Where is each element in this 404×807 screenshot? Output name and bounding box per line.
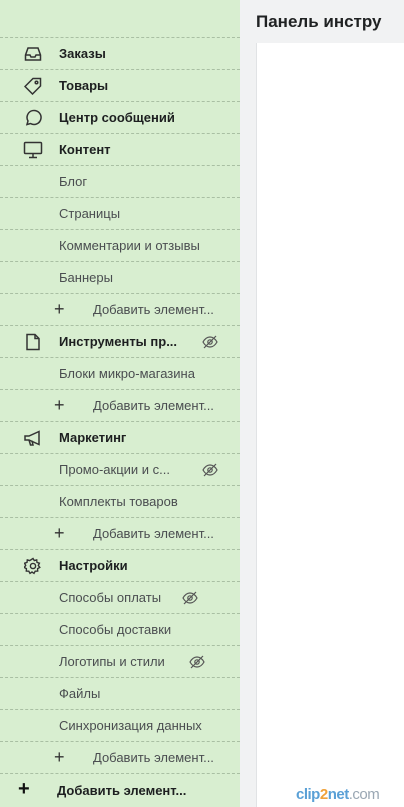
sidebar-subitem-payment[interactable]: Способы оплаты — [0, 582, 240, 614]
sidebar-subitem-label: Блоки микро-магазина — [59, 366, 195, 381]
sidebar-subitem-label: Страницы — [59, 206, 121, 221]
sidebar-subitem-label: Способы доставки — [59, 622, 172, 637]
sidebar-item-messages[interactable]: Центр сообщений — [0, 102, 240, 134]
add-element-tools[interactable]: + Добавить элемент... — [0, 390, 240, 422]
eye-off-icon[interactable] — [202, 334, 218, 350]
main-area: Панель инстру — [240, 0, 404, 807]
chat-icon — [23, 109, 43, 127]
add-element-label: Добавить элемент... — [93, 526, 214, 541]
add-element-label: Добавить элемент... — [93, 302, 214, 317]
plus-icon: + — [54, 747, 65, 767]
sidebar-subitem-microshop-blocks[interactable]: Блоки микро-магазина — [0, 358, 240, 390]
sidebar: Заказы Товары Центр сообщений Контент Бл… — [0, 0, 240, 807]
plus-icon: + — [54, 299, 65, 319]
sidebar-subitem-shipping[interactable]: Способы доставки — [0, 614, 240, 646]
sidebar-subitem-label: Блог — [59, 174, 88, 189]
sidebar-subitem-blog[interactable]: Блог — [0, 166, 240, 198]
inbox-icon — [23, 45, 43, 63]
sidebar-item-label: Настройки — [59, 558, 128, 573]
gear-icon — [23, 557, 43, 575]
plus-icon: + — [54, 395, 65, 415]
sidebar-subitem-label: Файлы — [59, 686, 101, 701]
sidebar-subitem-label: Баннеры — [59, 270, 113, 285]
sidebar-item-label: Заказы — [59, 46, 106, 61]
sidebar-item-orders[interactable]: Заказы — [0, 38, 240, 70]
sidebar-subitem-label: Способы оплаты — [59, 590, 162, 605]
page-title: Панель инстру — [256, 12, 382, 31]
sidebar-item-label: Маркетинг — [59, 430, 127, 445]
sidebar-subitem-pages[interactable]: Страницы — [0, 198, 240, 230]
sidebar-top-spacer — [0, 0, 240, 38]
add-element-label: Добавить элемент... — [57, 782, 187, 798]
sidebar-item-products[interactable]: Товары — [0, 70, 240, 102]
eye-off-icon[interactable] — [202, 462, 218, 478]
sidebar-item-tools[interactable]: Инструменты пр... — [0, 326, 240, 358]
add-element-settings[interactable]: + Добавить элемент... — [0, 742, 240, 774]
sidebar-subitem-logos[interactable]: Логотипы и стили — [0, 646, 240, 678]
add-element-content[interactable]: + Добавить элемент... — [0, 294, 240, 326]
plus-icon: + — [18, 778, 30, 800]
sidebar-item-marketing[interactable]: Маркетинг — [0, 422, 240, 454]
plus-icon: + — [54, 523, 65, 543]
sidebar-subitem-label: Логотипы и стили — [59, 654, 165, 669]
sidebar-subitem-data-sync[interactable]: Синхронизация данных — [0, 710, 240, 742]
add-element-main[interactable]: + Добавить элемент... — [0, 774, 240, 806]
sidebar-item-settings[interactable]: Настройки — [0, 550, 240, 582]
add-element-label: Добавить элемент... — [93, 750, 214, 765]
sidebar-subitem-label: Промо-акции и с... — [59, 462, 171, 477]
sidebar-subitem-label: Комментарии и отзывы — [59, 238, 200, 253]
tag-icon — [23, 77, 43, 95]
eye-off-icon[interactable] — [182, 590, 198, 606]
add-element-label: Добавить элемент... — [93, 398, 214, 413]
sidebar-subitem-promotions[interactable]: Промо-акции и с... — [0, 454, 240, 486]
sidebar-subitem-bundles[interactable]: Комплекты товаров — [0, 486, 240, 518]
sidebar-subitem-banners[interactable]: Баннеры — [0, 262, 240, 294]
sidebar-subitem-label: Комплекты товаров — [59, 494, 178, 509]
sidebar-subitem-label: Синхронизация данных — [59, 718, 202, 733]
sidebar-item-label: Центр сообщений — [59, 110, 175, 125]
sidebar-item-label: Инструменты пр... — [59, 334, 178, 349]
monitor-icon — [23, 141, 43, 159]
sidebar-subitem-files[interactable]: Файлы — [0, 678, 240, 710]
sidebar-item-label: Товары — [59, 78, 109, 93]
sidebar-item-content[interactable]: Контент — [0, 134, 240, 166]
megaphone-icon — [23, 429, 43, 447]
sidebar-subitem-comments[interactable]: Комментарии и отзывы — [0, 230, 240, 262]
eye-off-icon[interactable] — [189, 654, 205, 670]
add-element-marketing[interactable]: + Добавить элемент... — [0, 518, 240, 550]
sidebar-item-label: Контент — [59, 142, 111, 157]
content-card — [256, 43, 404, 807]
watermark-logo: clip2net.com — [296, 786, 380, 803]
file-icon — [23, 333, 43, 351]
